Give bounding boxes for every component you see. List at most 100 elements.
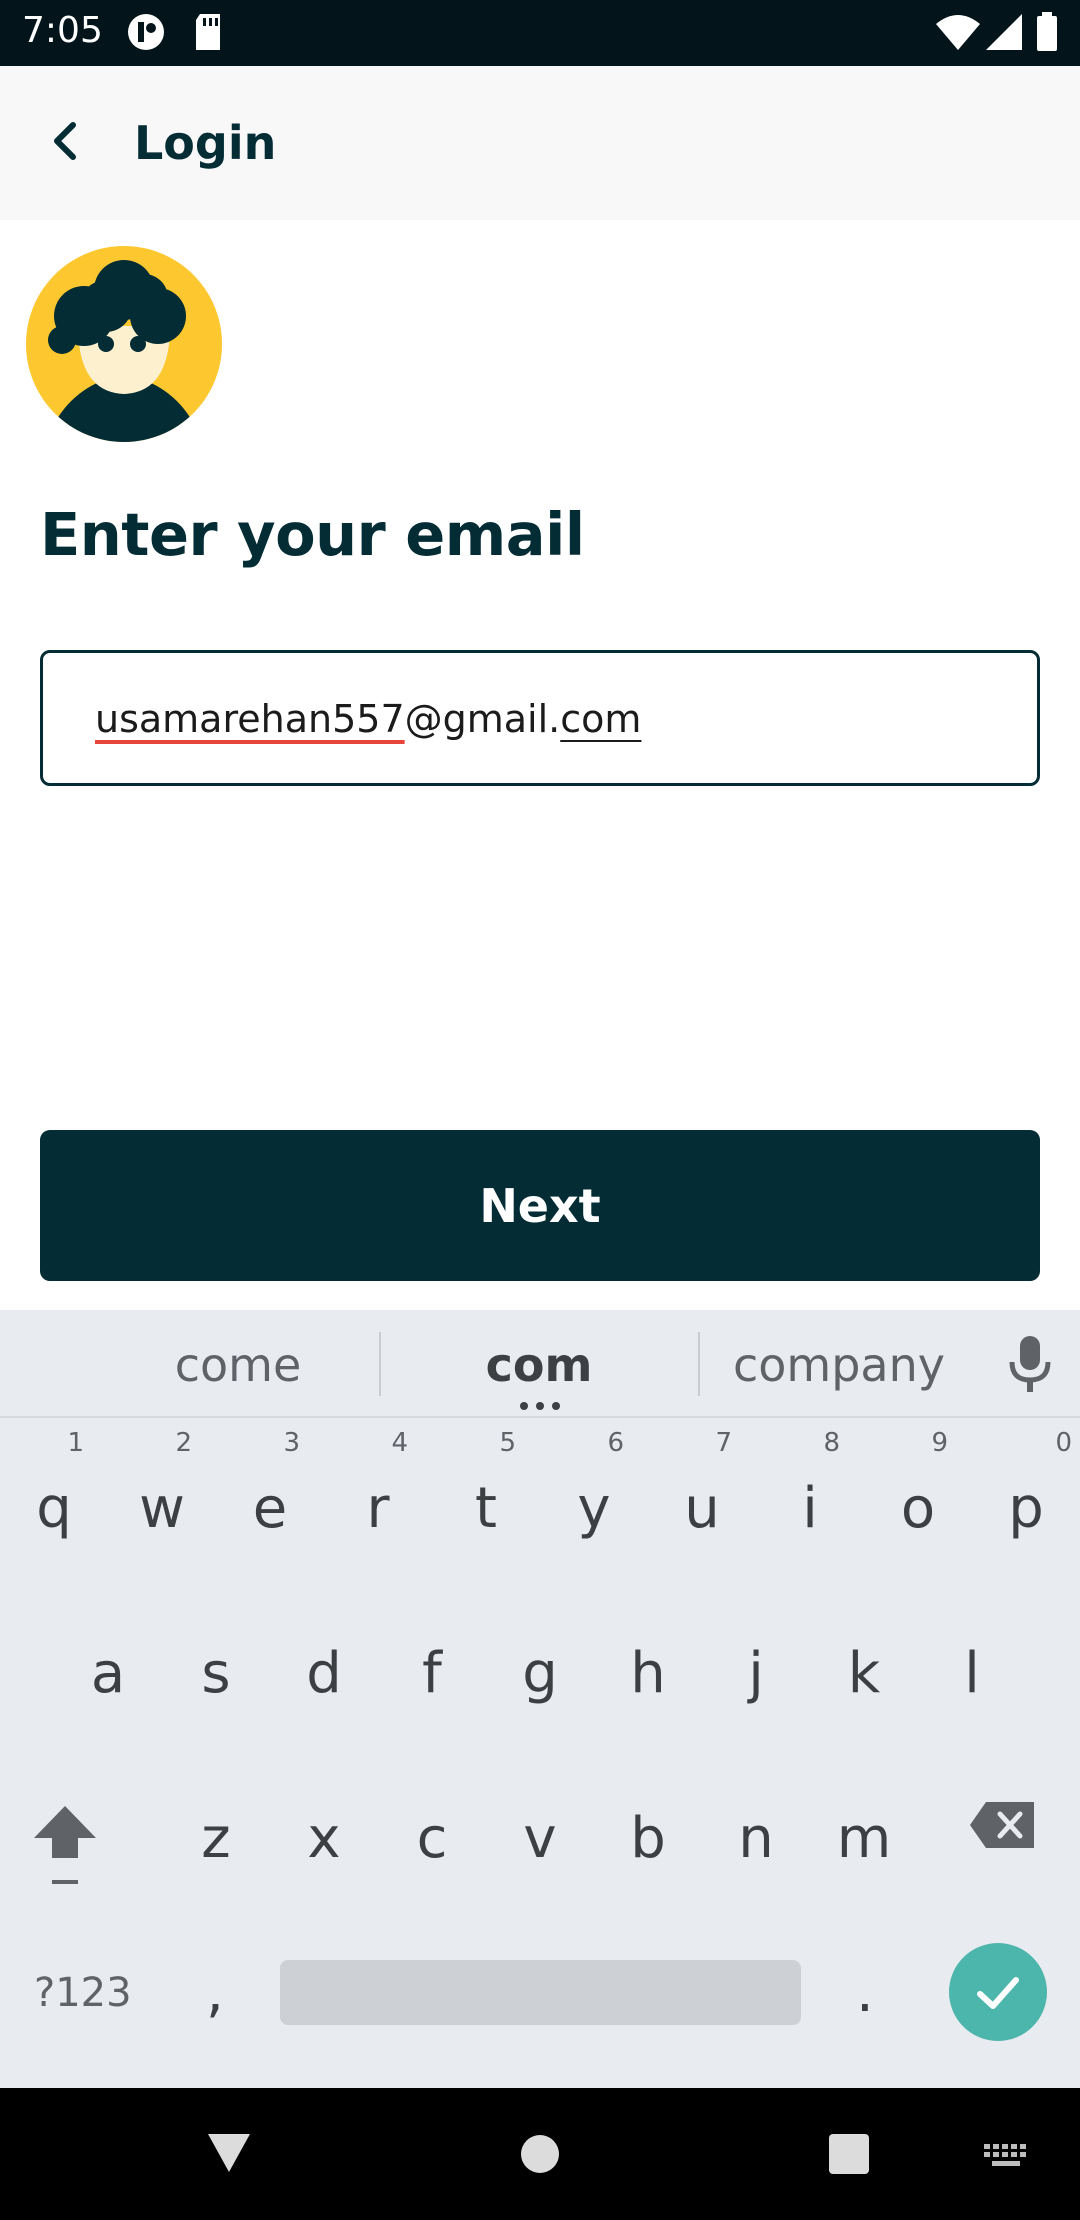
- key-hint: 6: [607, 1428, 624, 1458]
- key-m[interactable]: m: [810, 1750, 918, 1900]
- shift-icon: [34, 1806, 96, 1884]
- key-label: h: [630, 1641, 666, 1706]
- key-label: a: [90, 1641, 126, 1706]
- notification-app-icon: [126, 12, 166, 57]
- key-d[interactable]: d: [270, 1585, 378, 1735]
- shift-key[interactable]: [30, 1800, 100, 1894]
- status-bar: 7:05: [0, 0, 1080, 66]
- key-label: i: [802, 1476, 818, 1541]
- key-label: o: [900, 1476, 936, 1541]
- avatar: [26, 246, 222, 442]
- key-hint: 1: [67, 1428, 84, 1458]
- email-value-part-tld: com: [560, 697, 642, 741]
- key-hint: 2: [175, 1428, 192, 1458]
- symbols-key[interactable]: ?123: [34, 1970, 132, 2016]
- key-x[interactable]: x: [270, 1750, 378, 1900]
- next-button[interactable]: Next: [40, 1130, 1040, 1281]
- battery-icon: [1036, 12, 1058, 57]
- comma-key[interactable]: ,: [206, 1960, 224, 2025]
- key-a[interactable]: a: [54, 1585, 162, 1735]
- back-arrow-icon: [54, 122, 76, 160]
- key-label: m: [836, 1806, 892, 1871]
- microphone-icon[interactable]: [1006, 1334, 1054, 1394]
- key-f[interactable]: f: [378, 1585, 486, 1735]
- key-label: d: [306, 1641, 342, 1706]
- key-label: k: [847, 1641, 881, 1706]
- suggestion-strip: come com company: [0, 1310, 1080, 1418]
- key-label: v: [523, 1806, 557, 1871]
- key-e[interactable]: 3e: [216, 1420, 324, 1570]
- key-o[interactable]: 9o: [864, 1420, 972, 1570]
- key-u[interactable]: 7u: [648, 1420, 756, 1570]
- key-g[interactable]: g: [486, 1585, 594, 1735]
- key-v[interactable]: v: [486, 1750, 594, 1900]
- key-label: w: [139, 1476, 185, 1541]
- suggestion-3[interactable]: company: [689, 1338, 989, 1392]
- checkmark-icon: [977, 1977, 1019, 2009]
- key-k[interactable]: k: [810, 1585, 918, 1735]
- nav-home-icon[interactable]: [520, 2134, 560, 2174]
- space-bar[interactable]: [280, 1960, 801, 2025]
- soft-keyboard: come com company 1q 2w 3e 4r 5t 6y 7u 8i…: [0, 1310, 1080, 2088]
- key-label: y: [577, 1476, 611, 1541]
- key-label: x: [307, 1806, 341, 1871]
- key-label: b: [630, 1806, 666, 1871]
- backspace-key[interactable]: [968, 1800, 1038, 1854]
- nav-back-icon[interactable]: [206, 2130, 252, 2174]
- key-n[interactable]: n: [702, 1750, 810, 1900]
- nav-recents-icon[interactable]: [828, 2134, 870, 2174]
- key-hint: 9: [931, 1428, 948, 1458]
- key-hint: 4: [391, 1428, 408, 1458]
- sd-card-icon: [192, 12, 224, 57]
- key-p[interactable]: 0p: [972, 1420, 1080, 1570]
- key-w[interactable]: 2w: [108, 1420, 216, 1570]
- system-nav-bar: [0, 2088, 1080, 2220]
- email-field[interactable]: usamarehan557@gmail.com: [40, 650, 1040, 786]
- backspace-icon: [970, 1802, 1034, 1848]
- key-h[interactable]: h: [594, 1585, 702, 1735]
- done-key[interactable]: [949, 1943, 1047, 2041]
- status-time: 7:05: [22, 10, 103, 51]
- key-r[interactable]: 4r: [324, 1420, 432, 1570]
- key-q[interactable]: 1q: [0, 1420, 108, 1570]
- key-hint: 3: [283, 1428, 300, 1458]
- key-label: p: [1008, 1476, 1044, 1541]
- key-label: g: [522, 1641, 558, 1706]
- more-suggestions-icon[interactable]: [518, 1402, 562, 1410]
- key-l[interactable]: l: [918, 1585, 1026, 1735]
- key-label: q: [36, 1476, 72, 1541]
- key-y[interactable]: 6y: [540, 1420, 648, 1570]
- suggestion-2[interactable]: com: [389, 1338, 689, 1392]
- key-hint: 7: [715, 1428, 732, 1458]
- key-hint: 5: [499, 1428, 516, 1458]
- key-label: j: [748, 1641, 764, 1706]
- keyboard-switcher-icon[interactable]: [984, 2144, 1028, 2170]
- key-s[interactable]: s: [162, 1585, 270, 1735]
- key-z[interactable]: z: [162, 1750, 270, 1900]
- email-value-part-domain: @gmail.: [404, 697, 561, 741]
- key-i[interactable]: 8i: [756, 1420, 864, 1570]
- period-key[interactable]: .: [856, 1960, 874, 2025]
- key-j[interactable]: j: [702, 1585, 810, 1735]
- back-button[interactable]: [30, 106, 100, 176]
- key-c[interactable]: c: [378, 1750, 486, 1900]
- email-input-value: usamarehan557@gmail.com: [95, 697, 641, 741]
- email-value-part-username: usamarehan557: [95, 697, 405, 741]
- suggestion-divider: [379, 1332, 381, 1396]
- page-title: Login: [134, 116, 277, 170]
- key-t[interactable]: 5t: [432, 1420, 540, 1570]
- key-label: l: [964, 1641, 980, 1706]
- key-label: s: [201, 1641, 231, 1706]
- wifi-icon: [934, 12, 982, 57]
- key-hint: 0: [1055, 1428, 1072, 1458]
- app-bar: Login: [0, 66, 1080, 220]
- key-label: z: [201, 1806, 231, 1871]
- email-heading: Enter your email: [40, 500, 585, 569]
- key-label: e: [252, 1476, 288, 1541]
- key-hint: 8: [823, 1428, 840, 1458]
- suggestion-1[interactable]: come: [88, 1338, 388, 1392]
- key-label: t: [475, 1476, 497, 1541]
- key-label: c: [416, 1806, 448, 1871]
- key-label: r: [366, 1476, 390, 1541]
- key-b[interactable]: b: [594, 1750, 702, 1900]
